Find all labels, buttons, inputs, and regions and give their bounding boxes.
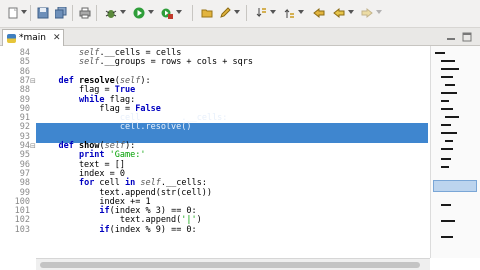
ruler-mark[interactable] bbox=[441, 92, 457, 94]
code-line[interactable]: cell.resolve() bbox=[38, 123, 428, 133]
ruler-viewport-indicator[interactable] bbox=[433, 180, 477, 192]
prev-annotation-icon[interactable] bbox=[282, 6, 296, 20]
ruler-mark[interactable] bbox=[441, 100, 449, 102]
next-annotation-icon[interactable] bbox=[254, 6, 268, 20]
ruler-mark[interactable] bbox=[441, 68, 459, 70]
line-number: 103 bbox=[14, 224, 30, 235]
fold-toggle-icon[interactable]: ⊟ bbox=[30, 142, 36, 151]
editor-tab-strip: *main ✕ bbox=[0, 28, 480, 46]
ruler-mark[interactable] bbox=[441, 108, 453, 110]
ruler-mark[interactable] bbox=[441, 124, 451, 126]
ruler-mark[interactable] bbox=[441, 60, 455, 62]
ruler-mark[interactable] bbox=[441, 148, 453, 150]
run-dropdown-icon[interactable] bbox=[148, 10, 154, 14]
save-icon[interactable] bbox=[36, 6, 50, 20]
ruler-mark[interactable] bbox=[441, 166, 449, 168]
ruler-mark[interactable] bbox=[445, 140, 453, 142]
ruler-mark[interactable] bbox=[441, 236, 453, 238]
prev-annotation-dropdown-icon[interactable] bbox=[298, 10, 304, 14]
maximize-icon[interactable] bbox=[462, 32, 472, 45]
debug-icon[interactable] bbox=[104, 6, 118, 20]
overview-ruler[interactable] bbox=[430, 46, 480, 258]
external-tools-dropdown-icon[interactable] bbox=[176, 10, 182, 14]
back-icon[interactable] bbox=[332, 6, 346, 20]
print-icon[interactable] bbox=[78, 6, 92, 20]
ruler-mark[interactable] bbox=[441, 158, 451, 160]
scrollbar-thumb[interactable] bbox=[40, 262, 420, 268]
next-annotation-dropdown-icon[interactable] bbox=[270, 10, 276, 14]
toolbar-separator bbox=[192, 5, 193, 21]
code-line[interactable]: self.__groups = rows + cols + sqrs bbox=[38, 57, 428, 67]
debug-dropdown-icon[interactable] bbox=[120, 10, 126, 14]
pencil-dropdown-icon[interactable] bbox=[234, 10, 240, 14]
last-edit-icon[interactable] bbox=[312, 6, 326, 20]
minimize-icon[interactable] bbox=[446, 32, 456, 45]
ruler-mark[interactable] bbox=[441, 204, 451, 206]
ruler-mark[interactable] bbox=[441, 132, 457, 134]
new-file-icon[interactable] bbox=[6, 6, 20, 20]
python-file-icon bbox=[7, 33, 16, 43]
toolbar-separator bbox=[30, 5, 31, 21]
toolbar-separator bbox=[72, 5, 73, 21]
new-dropdown-icon[interactable] bbox=[21, 10, 27, 14]
ruler-mark[interactable] bbox=[441, 220, 455, 222]
fold-toggle-icon[interactable]: ⊟ bbox=[30, 77, 36, 86]
ruler-mark[interactable] bbox=[445, 116, 459, 118]
forward-dropdown-icon[interactable] bbox=[376, 10, 382, 14]
ruler-mark[interactable] bbox=[435, 52, 445, 54]
open-folder-icon[interactable] bbox=[200, 6, 214, 20]
tab-main[interactable]: *main ✕ bbox=[2, 29, 64, 46]
tab-label: *main bbox=[19, 33, 46, 43]
code-editor[interactable]: 84 self.__cells = cells 85 self.__groups … bbox=[0, 46, 428, 258]
external-tools-icon[interactable] bbox=[160, 6, 174, 20]
forward-icon[interactable] bbox=[360, 6, 374, 20]
pencil-icon[interactable] bbox=[218, 6, 232, 20]
horizontal-scrollbar[interactable] bbox=[36, 258, 430, 270]
save-all-icon[interactable] bbox=[54, 6, 68, 20]
main-toolbar bbox=[0, 0, 480, 28]
ruler-mark[interactable] bbox=[441, 76, 453, 78]
toolbar-separator bbox=[96, 5, 97, 21]
run-icon[interactable] bbox=[132, 6, 146, 20]
code-line[interactable]: if(index % 9) == 0: bbox=[38, 225, 428, 235]
ruler-mark[interactable] bbox=[445, 84, 455, 86]
toolbar-separator bbox=[246, 5, 247, 21]
back-dropdown-icon[interactable] bbox=[348, 10, 354, 14]
close-icon[interactable]: ✕ bbox=[53, 33, 61, 43]
